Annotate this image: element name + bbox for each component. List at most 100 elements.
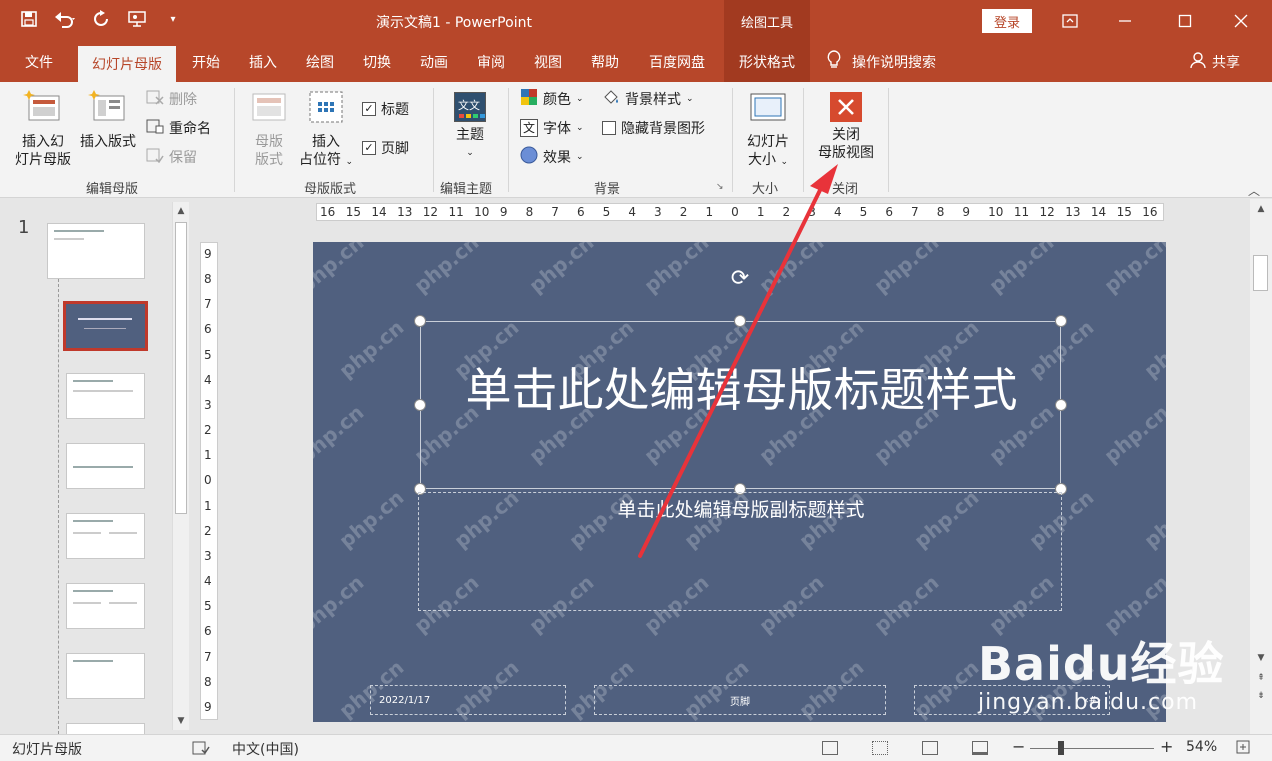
ribbon-display-icon[interactable] (1057, 8, 1083, 34)
tell-me-search[interactable]: 操作说明搜索 (826, 42, 936, 82)
group-label-master-layout: 母版版式 (304, 182, 357, 197)
close-window-icon[interactable] (1228, 8, 1254, 34)
thumbnail-master[interactable] (47, 223, 145, 279)
thumbnail-layout[interactable] (66, 443, 145, 489)
slide-scroll-thumb[interactable] (1253, 255, 1268, 291)
effects-button[interactable]: 效果 ⌄ (520, 146, 584, 168)
resize-handle[interactable] (734, 315, 746, 327)
resize-handle[interactable] (1055, 399, 1067, 411)
thumbnail-layout[interactable] (66, 653, 145, 699)
date-placeholder[interactable]: 2022/1/17 (370, 685, 566, 715)
next-slide-icon[interactable]: ⇟ (1254, 689, 1268, 703)
tab-transitions[interactable]: 切换 (353, 42, 401, 82)
ruler-tick-label: 15 (345, 205, 361, 219)
zoom-slider-knob[interactable] (1058, 741, 1064, 755)
tab-review[interactable]: 审阅 (467, 42, 515, 82)
ruler-tick-label: 1 (705, 205, 714, 219)
accessibility-check-icon[interactable] (192, 740, 210, 760)
rename-button[interactable]: 重命名 (146, 117, 211, 139)
theme-button[interactable]: 文文 主题 ⌄ (446, 92, 494, 162)
fonts-button[interactable]: 文 字体 ⌄ (520, 117, 584, 139)
share-button[interactable]: 共享 (1190, 42, 1240, 82)
present-icon[interactable] (126, 8, 148, 30)
title-checkbox[interactable]: ✓ 标题 (362, 98, 409, 120)
tab-file[interactable]: 文件 (14, 42, 64, 82)
chevron-down-icon: ⌄ (576, 94, 584, 104)
hide-background-graphics-checkbox[interactable]: 隐藏背景图形 (602, 117, 705, 139)
slide-size-button[interactable]: 幻灯片 大小 ⌄ (740, 90, 796, 171)
thumbnail-scrollbar[interactable]: ▲ ▼ (172, 202, 189, 730)
dialog-launcher-icon[interactable]: ↘ (716, 182, 724, 192)
resize-handle[interactable] (1055, 315, 1067, 327)
ribbon-separator (888, 88, 889, 192)
slide-subtitle[interactable]: 单击此处编辑母版副标题样式 (419, 495, 1063, 522)
thumbnail-layout[interactable] (66, 373, 145, 419)
chevron-down-icon: ⌄ (576, 123, 584, 133)
tab-slide-master[interactable]: 幻灯片母版 (78, 46, 176, 82)
undo-icon[interactable] (54, 8, 76, 30)
tab-animations[interactable]: 动画 (410, 42, 458, 82)
drawing-tools-context: 绘图工具 (724, 0, 810, 42)
minimize-icon[interactable] (1112, 8, 1138, 34)
save-icon[interactable] (18, 8, 40, 30)
footer-checkbox[interactable]: ✓ 页脚 (362, 137, 409, 159)
ruler-tick-label: 8 (525, 205, 534, 219)
normal-view-icon[interactable] (822, 741, 838, 755)
slideshow-icon[interactable] (972, 741, 988, 755)
insert-placeholder-button[interactable]: 插入 占位符 ⌄ (296, 90, 356, 171)
ruler-tick-label: 1 (204, 448, 212, 463)
scroll-down-icon[interactable]: ▼ (174, 714, 188, 728)
horizontal-ruler: 16 15 14 13 12 11 10 9 8 7 6 5 4 3 2 1 0 1 2 3 4 5 6 7 8 9 10 11 12 1… (316, 203, 1164, 221)
tab-draw[interactable]: 绘图 (296, 42, 344, 82)
status-bar: 幻灯片母版 中文(中国) − + 54% (0, 734, 1272, 761)
redo-icon[interactable] (90, 8, 112, 30)
tab-help[interactable]: 帮助 (581, 42, 629, 82)
subtitle-placeholder[interactable]: 单击此处编辑母版副标题样式 (418, 492, 1062, 611)
master-layout-icon (244, 90, 294, 129)
scroll-up-icon[interactable]: ▲ (174, 204, 188, 218)
maximize-icon[interactable] (1172, 8, 1198, 34)
close-master-view-button[interactable]: 关闭 母版视图 (812, 92, 880, 162)
slide-sorter-icon[interactable] (872, 741, 888, 755)
rotate-handle-icon[interactable]: ⟳ (727, 266, 753, 292)
zoom-in-icon[interactable]: + (1160, 737, 1173, 756)
collapse-ribbon-icon[interactable]: ︿ (1248, 182, 1260, 199)
zoom-out-icon[interactable]: − (1012, 737, 1025, 756)
thumbnail-title-layout-selected[interactable] (63, 301, 148, 351)
scroll-up-icon[interactable]: ▲ (1254, 202, 1268, 216)
previous-slide-icon[interactable]: ⇞ (1254, 671, 1268, 685)
hide-background-graphics-label: 隐藏背景图形 (621, 121, 705, 137)
delete-button[interactable]: 删除 (146, 88, 197, 110)
slide-scrollbar[interactable]: ▲ ▼ ⇞ ⇟ (1250, 199, 1272, 734)
colors-button[interactable]: 颜色 ⌄ (520, 88, 584, 110)
zoom-level[interactable]: 54% (1186, 739, 1217, 755)
tab-view[interactable]: 视图 (524, 42, 572, 82)
thumbnail-layout[interactable] (66, 583, 145, 629)
slide-title[interactable]: 单击此处编辑母版标题样式 (421, 360, 1062, 420)
insert-layout-button[interactable]: 插入版式 (76, 90, 140, 151)
thumbnail-layout[interactable] (66, 513, 145, 559)
footer-placeholder[interactable]: 页脚 (594, 685, 886, 715)
watermark-text: php.cn (313, 242, 369, 298)
resize-handle[interactable] (414, 399, 426, 411)
resize-handle[interactable] (414, 315, 426, 327)
language-label[interactable]: 中文(中国) (232, 739, 299, 759)
tab-insert[interactable]: 插入 (239, 42, 287, 82)
preserve-button[interactable]: 保留 (146, 146, 197, 168)
title-placeholder[interactable]: 单击此处编辑母版标题样式 (420, 321, 1061, 489)
ribbon-separator (234, 88, 235, 192)
tab-shape-format[interactable]: 形状格式 (724, 42, 810, 82)
customize-icon[interactable]: ▾ (162, 8, 184, 30)
thumbnail-scroll-thumb[interactable] (175, 222, 187, 514)
zoom-slider[interactable] (1030, 748, 1154, 749)
tab-home[interactable]: 开始 (182, 42, 230, 82)
tab-baidu-netdisk[interactable]: 百度网盘 (640, 42, 714, 82)
reading-view-icon[interactable] (922, 741, 938, 755)
insert-slide-master-button[interactable]: 插入幻 灯片母版 (12, 90, 74, 169)
master-layout-button[interactable]: 母版 版式 (244, 90, 294, 169)
fit-to-window-icon[interactable] (1236, 740, 1250, 758)
login-button[interactable]: 登录 (982, 9, 1032, 33)
background-styles-button[interactable]: 背景样式 ⌄ (602, 88, 694, 110)
view-mode-label: 幻灯片母版 (12, 742, 82, 758)
scroll-down-icon[interactable]: ▼ (1254, 651, 1268, 665)
